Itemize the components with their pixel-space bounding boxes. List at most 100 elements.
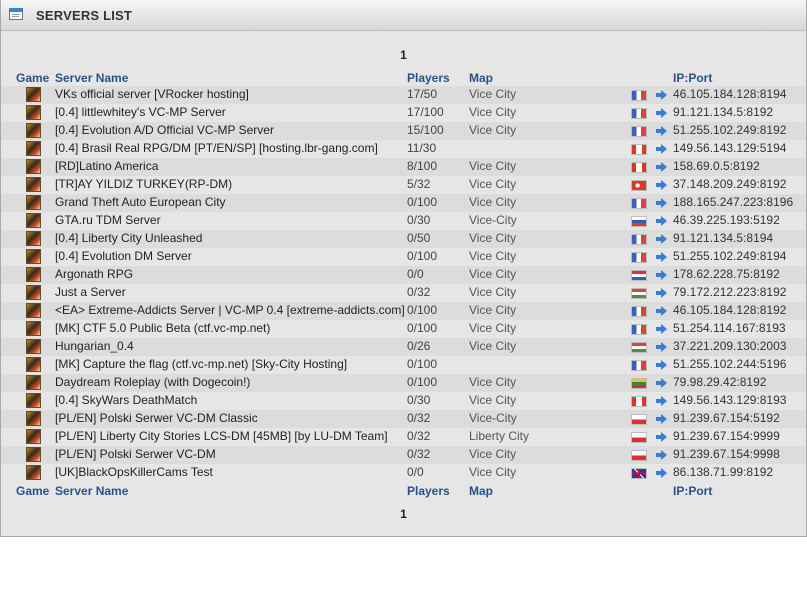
- server-name[interactable]: [0.4] Brasil Real RPG/DM [PT/EN/SP] [hos…: [55, 140, 378, 157]
- arrow-right-icon[interactable]: [656, 468, 667, 478]
- server-name[interactable]: [MK] Capture the flag (ctf.vc-mp.net) [S…: [55, 356, 347, 373]
- arrow-right-icon[interactable]: [656, 162, 667, 172]
- page-link[interactable]: 1: [400, 48, 407, 62]
- server-ip[interactable]: 86.138.71.99:8192: [673, 464, 773, 481]
- server-name[interactable]: [MK] CTF 5.0 Public Beta (ctf.vc-mp.net): [55, 320, 270, 337]
- server-name[interactable]: [TR]AY YILDIZ TURKEY(RP-DM): [55, 176, 232, 193]
- arrow-right-icon[interactable]: [656, 108, 667, 118]
- server-row[interactable]: [PL/EN] Polski Serwer VC-DM 0/32 Vice City…: [1, 446, 806, 464]
- arrow-right-icon[interactable]: [656, 432, 667, 442]
- server-name[interactable]: Grand Theft Auto European City: [55, 194, 226, 211]
- server-ip[interactable]: 46.105.184.128:8192: [673, 302, 786, 319]
- server-row[interactable]: VKs official server [VRocker hosting] 17/…: [1, 86, 806, 104]
- server-ip[interactable]: 51.255.102.249:8194: [673, 248, 786, 265]
- arrow-right-icon[interactable]: [656, 180, 667, 190]
- column-header-name[interactable]: Server Name: [55, 484, 128, 498]
- server-name[interactable]: [0.4] Evolution DM Server: [55, 248, 192, 265]
- arrow-right-icon[interactable]: [656, 216, 667, 226]
- server-ip[interactable]: 51.255.102.244:5196: [673, 356, 786, 373]
- server-row[interactable]: Grand Theft Auto European City 0/100 Vice …: [1, 194, 806, 212]
- column-header-name[interactable]: Server Name: [55, 71, 128, 85]
- arrow-right-icon[interactable]: [656, 450, 667, 460]
- server-ip[interactable]: 178.62.228.75:8192: [673, 266, 780, 283]
- server-ip[interactable]: 149.56.143.129:8193: [673, 392, 786, 409]
- server-row[interactable]: GTA.ru TDM Server 0/30 Vice-City 46.39.225.…: [1, 212, 806, 230]
- column-header-players[interactable]: Players: [407, 71, 450, 85]
- server-ip[interactable]: 79.98.29.42:8192: [673, 374, 766, 391]
- server-name[interactable]: <EA> Extreme-Addicts Server | VC-MP 0.4 …: [55, 302, 405, 319]
- arrow-right-icon[interactable]: [656, 378, 667, 388]
- server-row[interactable]: [MK] Capture the flag (ctf.vc-mp.net) [S…: [1, 356, 806, 374]
- arrow-right-icon[interactable]: [656, 288, 667, 298]
- server-row[interactable]: [RD]Latino America 8/100 Vice City 158.69.0…: [1, 158, 806, 176]
- server-row[interactable]: [0.4] Liberty City Unleashed 0/50 Vice Cit…: [1, 230, 806, 248]
- arrow-right-icon[interactable]: [656, 234, 667, 244]
- server-row[interactable]: [PL/EN] Polski Serwer VC-DM Classic 0/32 V…: [1, 410, 806, 428]
- server-name[interactable]: [PL/EN] Polski Serwer VC-DM Classic: [55, 410, 258, 427]
- column-header-ip[interactable]: IP:Port: [673, 71, 712, 85]
- server-row[interactable]: Daydream Roleplay (with Dogecoin!) 0/100 V…: [1, 374, 806, 392]
- arrow-right-icon[interactable]: [656, 324, 667, 334]
- arrow-right-icon[interactable]: [656, 360, 667, 370]
- arrow-right-icon[interactable]: [656, 90, 667, 100]
- server-row[interactable]: <EA> Extreme-Addicts Server | VC-MP 0.4 …: [1, 302, 806, 320]
- server-row[interactable]: Just a Server 0/32 Vice City 79.172.212.223…: [1, 284, 806, 302]
- server-ip[interactable]: 79.172.212.223:8192: [673, 284, 786, 301]
- column-header-game[interactable]: Game: [16, 71, 49, 85]
- server-row[interactable]: [TR]AY YILDIZ TURKEY(RP-DM) 5/32 Vice City…: [1, 176, 806, 194]
- server-row[interactable]: Hungarian_0.4 0/26 Vice City 37.221.209.130…: [1, 338, 806, 356]
- server-row[interactable]: [0.4] Evolution A/D Official VC-MP Serve…: [1, 122, 806, 140]
- server-row[interactable]: [UK]BlackOpsKillerCams Test 0/0 Vice City 8…: [1, 464, 806, 482]
- server-name[interactable]: Argonath RPG: [55, 266, 133, 283]
- server-name[interactable]: Daydream Roleplay (with Dogecoin!): [55, 374, 250, 391]
- server-ip[interactable]: 91.239.67.154:5192: [673, 410, 780, 427]
- server-row[interactable]: [0.4] SkyWars DeathMatch 0/30 Vice City 149…: [1, 392, 806, 410]
- server-ip[interactable]: 51.254.114.167:8193: [673, 320, 786, 337]
- server-name[interactable]: [0.4] Evolution A/D Official VC-MP Serve…: [55, 122, 274, 139]
- column-header-map[interactable]: Map: [469, 71, 493, 85]
- arrow-right-icon[interactable]: [656, 342, 667, 352]
- server-ip[interactable]: 91.121.134.5:8192: [673, 104, 773, 121]
- server-row[interactable]: [0.4] Evolution DM Server 0/100 Vice City 5…: [1, 248, 806, 266]
- server-name[interactable]: Just a Server: [55, 284, 126, 301]
- column-header-ip[interactable]: IP:Port: [673, 484, 712, 498]
- server-name[interactable]: [0.4] littlewhitey's VC-MP Server: [55, 104, 226, 121]
- server-ip[interactable]: 149.56.143.129:5194: [673, 140, 786, 157]
- arrow-right-icon[interactable]: [656, 144, 667, 154]
- arrow-right-icon[interactable]: [656, 252, 667, 262]
- server-name[interactable]: [UK]BlackOpsKillerCams Test: [55, 464, 213, 481]
- arrow-right-icon[interactable]: [656, 306, 667, 316]
- column-header-game[interactable]: Game: [16, 484, 49, 498]
- server-name[interactable]: GTA.ru TDM Server: [55, 212, 161, 229]
- server-row[interactable]: [0.4] Brasil Real RPG/DM [PT/EN/SP] [hos…: [1, 140, 806, 158]
- server-ip[interactable]: 46.39.225.193:5192: [673, 212, 780, 229]
- server-ip[interactable]: 37.221.209.130:2003: [673, 338, 786, 355]
- server-row[interactable]: [0.4] littlewhitey's VC-MP Server 17/100 V…: [1, 104, 806, 122]
- server-name[interactable]: [PL/EN] Polski Serwer VC-DM: [55, 446, 216, 463]
- server-name[interactable]: [0.4] SkyWars DeathMatch: [55, 392, 197, 409]
- server-name[interactable]: Hungarian_0.4: [55, 338, 134, 355]
- server-name[interactable]: [0.4] Liberty City Unleashed: [55, 230, 202, 247]
- server-ip[interactable]: 37.148.209.249:8192: [673, 176, 786, 193]
- server-name[interactable]: [PL/EN] Liberty City Stories LCS-DM [45M…: [55, 428, 388, 445]
- server-ip[interactable]: 91.121.134.5:8194: [673, 230, 773, 247]
- page-link[interactable]: 1: [400, 507, 407, 521]
- arrow-right-icon[interactable]: [656, 270, 667, 280]
- server-row[interactable]: [PL/EN] Liberty City Stories LCS-DM [45M…: [1, 428, 806, 446]
- arrow-right-icon[interactable]: [656, 126, 667, 136]
- server-row[interactable]: [MK] CTF 5.0 Public Beta (ctf.vc-mp.net)…: [1, 320, 806, 338]
- arrow-right-icon[interactable]: [656, 396, 667, 406]
- server-ip[interactable]: 188.165.247.223:8196: [673, 194, 793, 211]
- server-name[interactable]: [RD]Latino America: [55, 158, 158, 175]
- server-ip[interactable]: 51.255.102.249:8192: [673, 122, 786, 139]
- server-ip[interactable]: 46.105.184.128:8194: [673, 86, 786, 103]
- server-row[interactable]: Argonath RPG 0/0 Vice City 178.62.228.75:81…: [1, 266, 806, 284]
- server-ip[interactable]: 158.69.0.5:8192: [673, 158, 760, 175]
- arrow-right-icon[interactable]: [656, 198, 667, 208]
- arrow-right-icon[interactable]: [656, 414, 667, 424]
- server-ip[interactable]: 91.239.67.154:9998: [673, 446, 780, 463]
- server-ip[interactable]: 91.239.67.154:9999: [673, 428, 780, 445]
- server-name[interactable]: VKs official server [VRocker hosting]: [55, 86, 249, 103]
- column-header-map[interactable]: Map: [469, 484, 493, 498]
- column-header-players[interactable]: Players: [407, 484, 450, 498]
